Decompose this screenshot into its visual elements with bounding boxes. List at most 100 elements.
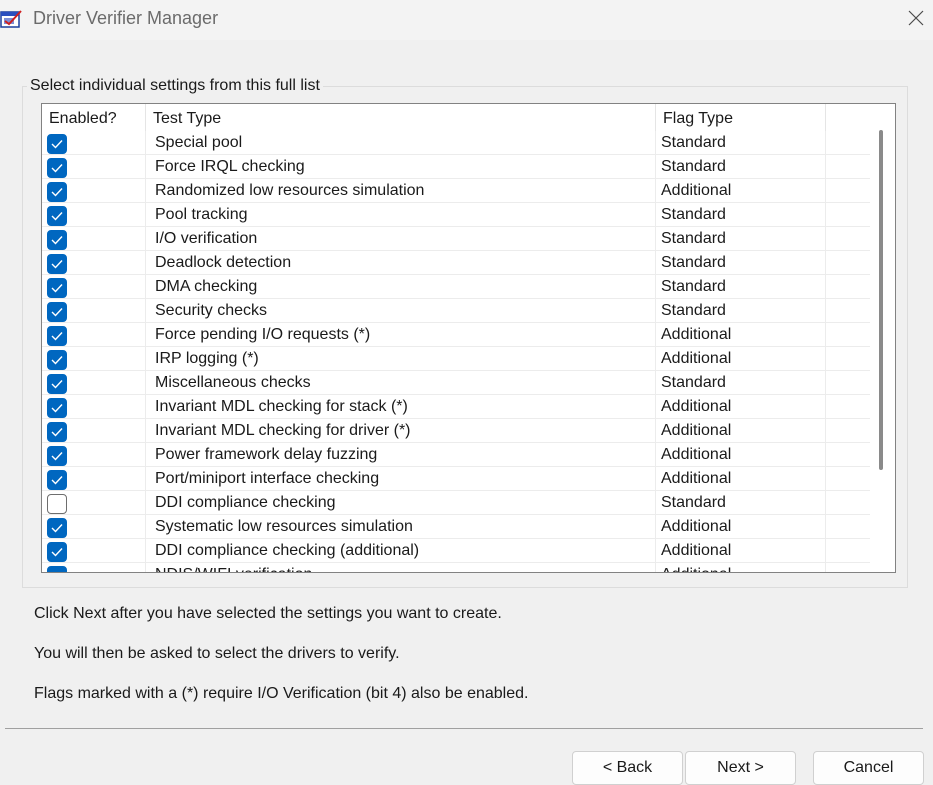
- test-type-cell: Force IRQL checking: [146, 155, 656, 179]
- table-row[interactable]: Security checks Standard: [42, 299, 870, 323]
- flag-type-cell: Standard: [656, 203, 826, 227]
- enabled-checkbox[interactable]: [47, 542, 67, 562]
- enabled-cell: [42, 371, 146, 395]
- flag-type-cell: Standard: [656, 251, 826, 275]
- table-row[interactable]: Systematic low resources simulation Addit…: [42, 515, 870, 539]
- table-row[interactable]: Force IRQL checking Standard: [42, 155, 870, 179]
- enabled-checkbox[interactable]: [47, 254, 67, 274]
- enabled-checkbox[interactable]: [47, 302, 67, 322]
- table-row[interactable]: NDIS/WIFI verificationAdditional: [42, 563, 870, 572]
- enabled-checkbox[interactable]: [47, 398, 67, 418]
- column-header-enabled[interactable]: Enabled?: [42, 104, 146, 131]
- filler-cell: [826, 539, 870, 563]
- checkmark-icon: [51, 260, 63, 269]
- enabled-checkbox[interactable]: [47, 374, 67, 394]
- checkmark-icon: [51, 164, 63, 173]
- flag-type-cell: Additional: [656, 347, 826, 371]
- table-row[interactable]: Invariant MDL checking for stack (*) Addi…: [42, 395, 870, 419]
- filler-cell: [826, 443, 870, 467]
- table-row[interactable]: Special pool Standard: [42, 131, 870, 155]
- checkmark-icon: [51, 308, 63, 317]
- enabled-checkbox[interactable]: [47, 566, 67, 572]
- enabled-cell: [42, 155, 146, 179]
- next-button[interactable]: Next >: [685, 751, 796, 785]
- enabled-checkbox[interactable]: [47, 278, 67, 298]
- table-row[interactable]: Port/miniport interface checking Addition…: [42, 467, 870, 491]
- test-type-cell: DDI compliance checking: [146, 491, 656, 515]
- filler-cell: [826, 563, 870, 572]
- table-row[interactable]: Force pending I/O requests (*) Additional: [42, 323, 870, 347]
- flag-type-cell: Additional: [656, 419, 826, 443]
- enabled-checkbox[interactable]: [47, 326, 67, 346]
- enabled-checkbox[interactable]: [47, 182, 67, 202]
- enabled-checkbox[interactable]: [47, 230, 67, 250]
- test-type-cell: Special pool: [146, 131, 656, 155]
- test-type-cell: I/O verification: [146, 227, 656, 251]
- table-row[interactable]: Pool tracking Standard: [42, 203, 870, 227]
- cancel-button[interactable]: Cancel: [813, 751, 924, 785]
- table-row[interactable]: I/O verification Standard: [42, 227, 870, 251]
- filler-cell: [826, 491, 870, 515]
- enabled-checkbox[interactable]: [47, 206, 67, 226]
- checkmark-icon: [51, 476, 63, 485]
- flag-type-cell: Additional: [656, 467, 826, 491]
- settings-list[interactable]: Enabled? Test Type Flag Type Special poo…: [41, 103, 896, 573]
- flag-type-cell: Additional: [656, 563, 826, 572]
- flag-type-cell: Standard: [656, 371, 826, 395]
- flag-type-cell: Additional: [656, 443, 826, 467]
- enabled-checkbox[interactable]: [47, 446, 67, 466]
- flag-type-cell: Standard: [656, 227, 826, 251]
- checkmark-icon: [51, 284, 63, 293]
- table-row[interactable]: Deadlock detection Standard: [42, 251, 870, 275]
- checkmark-icon: [51, 380, 63, 389]
- enabled-cell: [42, 227, 146, 251]
- window-title: Driver Verifier Manager: [33, 8, 219, 28]
- table-row[interactable]: DMA checking Standard: [42, 275, 870, 299]
- instruction-text-flags: Flags marked with a (*) require I/O Veri…: [34, 685, 529, 702]
- close-button[interactable]: [902, 4, 930, 32]
- checkmark-icon: [51, 212, 63, 221]
- enabled-cell: [42, 323, 146, 347]
- driver-verifier-icon: [0, 8, 24, 30]
- enabled-checkbox[interactable]: [47, 422, 67, 442]
- table-row[interactable]: DDI compliance checking (additional) Addi…: [42, 539, 870, 563]
- enabled-checkbox[interactable]: [47, 518, 67, 538]
- table-row[interactable]: Randomized low resources simulation Addit…: [42, 179, 870, 203]
- checkmark-icon: [51, 452, 63, 461]
- enabled-cell: [42, 467, 146, 491]
- table-row[interactable]: Invariant MDL checking for driver (*) Add…: [42, 419, 870, 443]
- filler-cell: [826, 395, 870, 419]
- flag-type-cell: Standard: [656, 491, 826, 515]
- enabled-checkbox[interactable]: [47, 134, 67, 154]
- enabled-checkbox[interactable]: [47, 494, 67, 514]
- column-header-flag-type[interactable]: Flag Type: [656, 104, 826, 131]
- enabled-checkbox[interactable]: [47, 350, 67, 370]
- vertical-scrollbar[interactable]: [870, 104, 895, 572]
- table-row[interactable]: Power framework delay fuzzing Additional: [42, 443, 870, 467]
- enabled-cell: [42, 347, 146, 371]
- enabled-checkbox[interactable]: [47, 158, 67, 178]
- enabled-checkbox[interactable]: [47, 470, 67, 490]
- enabled-cell: [42, 491, 146, 515]
- enabled-cell: [42, 419, 146, 443]
- table-row[interactable]: DDI compliance checking Standard: [42, 491, 870, 515]
- enabled-cell: [42, 131, 146, 155]
- test-type-cell: NDIS/WIFI verification: [146, 563, 656, 572]
- test-type-cell: Port/miniport interface checking: [146, 467, 656, 491]
- checkmark-icon: [51, 428, 63, 437]
- filler-cell: [826, 419, 870, 443]
- flag-type-cell: Standard: [656, 131, 826, 155]
- flag-type-cell: Standard: [656, 155, 826, 179]
- scrollbar-thumb[interactable]: [879, 130, 883, 470]
- filler-cell: [826, 371, 870, 395]
- back-button[interactable]: < Back: [572, 751, 683, 785]
- test-type-cell: Deadlock detection: [146, 251, 656, 275]
- table-row[interactable]: IRP logging (*) Additional: [42, 347, 870, 371]
- column-header-test-type[interactable]: Test Type: [146, 104, 656, 131]
- checkmark-icon: [51, 356, 63, 365]
- enabled-cell: [42, 515, 146, 539]
- table-row[interactable]: Miscellaneous checks Standard: [42, 371, 870, 395]
- checkmark-icon: [51, 404, 63, 413]
- filler-cell: [826, 251, 870, 275]
- test-type-cell: Pool tracking: [146, 203, 656, 227]
